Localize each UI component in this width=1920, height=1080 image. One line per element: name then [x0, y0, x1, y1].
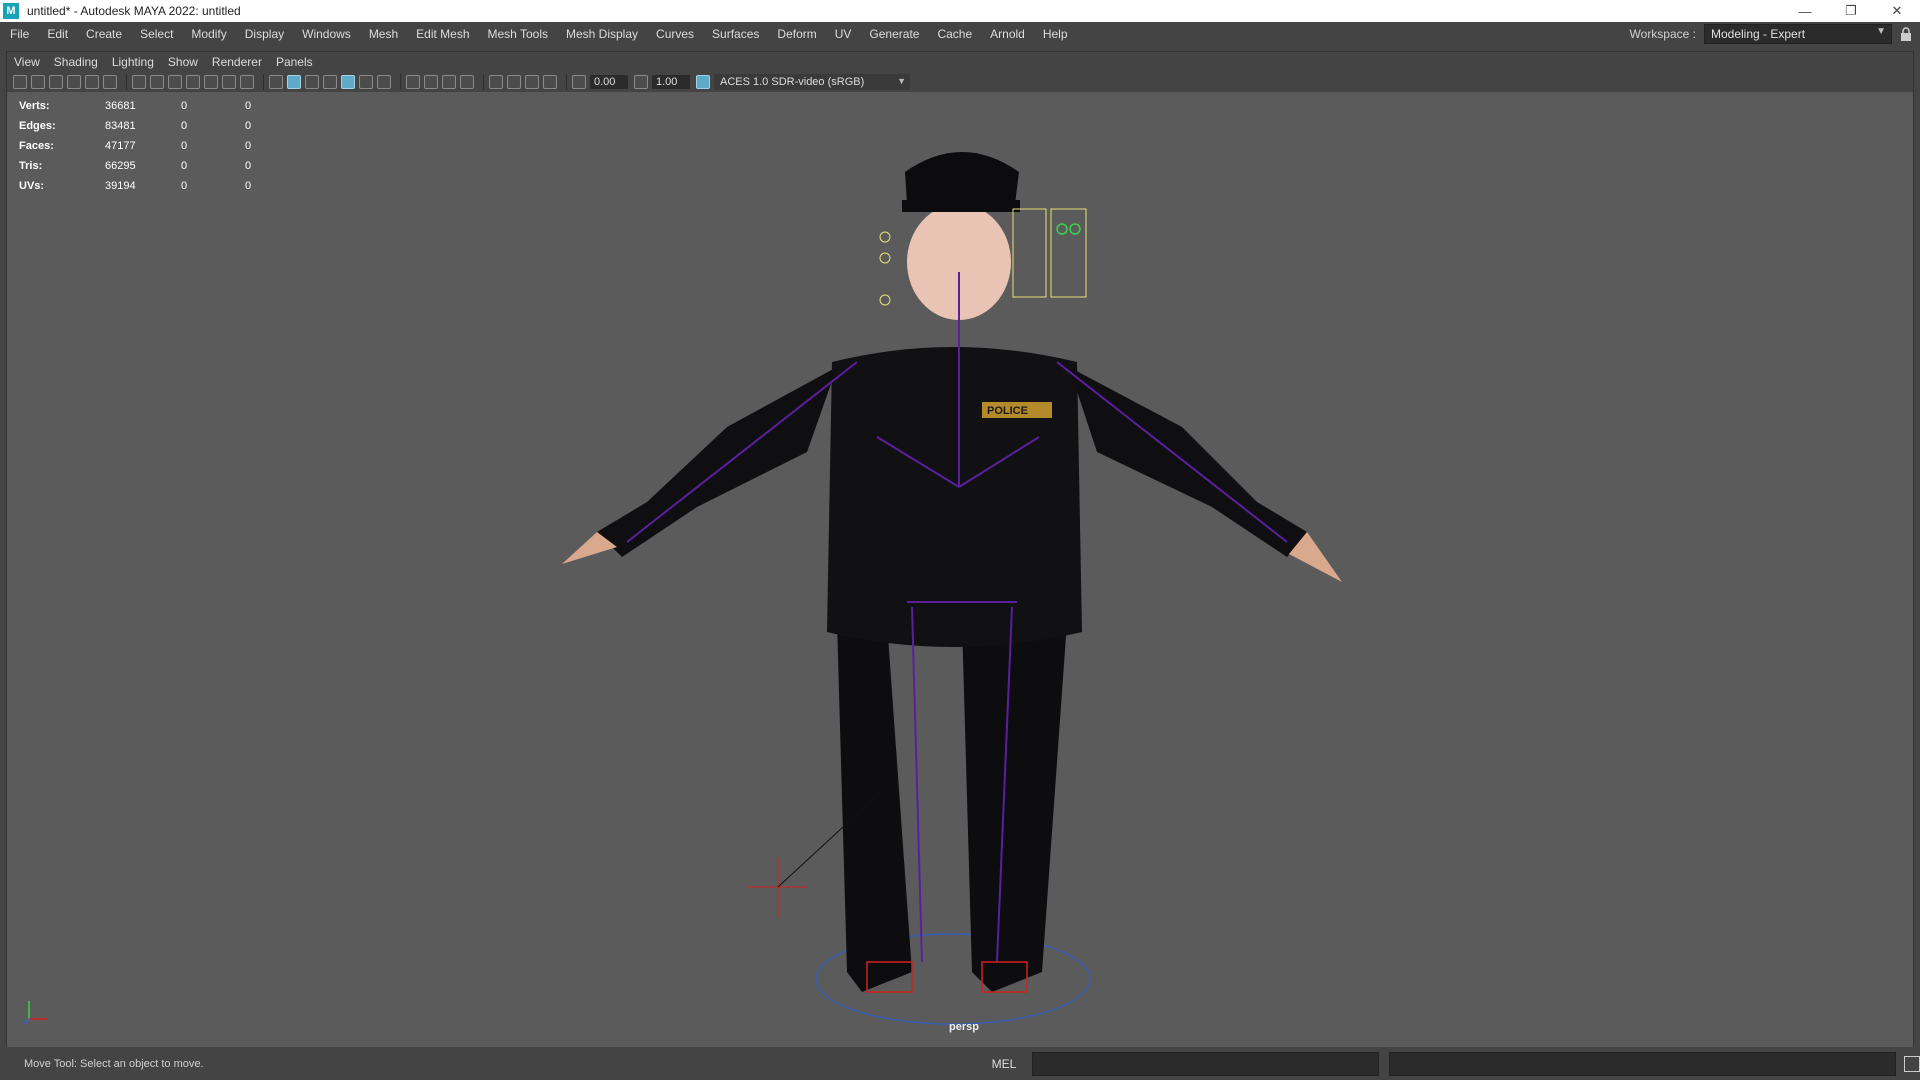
workspace-label: Workspace : — [1629, 27, 1696, 41]
window-title: untitled* - Autodesk MAYA 2022: untitled — [27, 4, 241, 18]
use-default-material-icon[interactable] — [305, 75, 319, 89]
menu-file[interactable]: File — [0, 27, 37, 41]
gate-mask-icon[interactable] — [186, 75, 200, 89]
maya-logo-icon: M — [3, 3, 19, 19]
bookmark-icon[interactable] — [49, 75, 63, 89]
title-bar: M untitled* - Autodesk MAYA 2022: untitl… — [0, 0, 1920, 22]
safe-action-icon[interactable] — [222, 75, 236, 89]
camera-name-label: persp — [949, 1021, 979, 1033]
exposure-field[interactable]: 0.00 — [590, 75, 628, 89]
view-axis-icon — [22, 1001, 47, 1025]
grease-pencil-icon[interactable] — [103, 75, 117, 89]
menu-mesh-display[interactable]: Mesh Display — [556, 27, 646, 41]
menu-curves[interactable]: Curves — [646, 27, 702, 41]
menu-select[interactable]: Select — [130, 27, 181, 41]
svg-text:POLICE: POLICE — [987, 405, 1028, 417]
safe-title-icon[interactable] — [240, 75, 254, 89]
motion-blur-icon[interactable] — [424, 75, 438, 89]
menu-arnold[interactable]: Arnold — [980, 27, 1033, 41]
minimize-button[interactable]: — — [1782, 0, 1828, 22]
2d-pan-zoom-icon[interactable] — [85, 75, 99, 89]
xray-joints-icon[interactable] — [525, 75, 539, 89]
panel-menu-lighting[interactable]: Lighting — [105, 55, 161, 69]
menu-edit-mesh[interactable]: Edit Mesh — [406, 27, 477, 41]
face-control-board — [1012, 208, 1047, 298]
film-gate-icon[interactable] — [150, 75, 164, 89]
exposure-icon[interactable] — [572, 75, 586, 89]
menu-cache[interactable]: Cache — [927, 27, 980, 41]
help-line-text: Move Tool: Select an object to move. — [24, 1057, 204, 1070]
xray-icon[interactable] — [507, 75, 521, 89]
menu-generate[interactable]: Generate — [859, 27, 927, 41]
anti-aliasing-icon[interactable] — [442, 75, 456, 89]
workspace-dropdown[interactable]: Modeling - Expert ▼ — [1704, 24, 1892, 44]
command-result-field — [1389, 1051, 1896, 1076]
menu-surfaces[interactable]: Surfaces — [702, 27, 767, 41]
panel-menu-panels[interactable]: Panels — [269, 55, 320, 69]
use-all-lights-icon[interactable] — [359, 75, 373, 89]
menu-help[interactable]: Help — [1033, 27, 1076, 41]
menu-uv[interactable]: UV — [825, 27, 860, 41]
menu-mesh-tools[interactable]: Mesh Tools — [478, 27, 556, 41]
panel-toolbar: 0.00 1.00 ACES 1.0 SDR-video (sRGB) ▼ — [7, 72, 1913, 92]
gamma-icon[interactable] — [634, 75, 648, 89]
panel-menu-show[interactable]: Show — [161, 55, 205, 69]
camera-attributes-icon[interactable] — [31, 75, 45, 89]
command-line-input[interactable] — [1032, 1051, 1379, 1076]
rigged-character-model[interactable]: POLICE — [7, 92, 1913, 1047]
backface-culling-icon[interactable] — [543, 75, 557, 89]
view-transform-value: ACES 1.0 SDR-video (sRGB) — [720, 76, 865, 88]
script-type-toggle[interactable]: MEL — [984, 1057, 1024, 1071]
menu-display[interactable]: Display — [235, 27, 292, 41]
lock-icon[interactable] — [1900, 27, 1912, 41]
image-plane-icon[interactable] — [67, 75, 81, 89]
ambient-occlusion-icon[interactable] — [406, 75, 420, 89]
wireframe-on-shaded-icon[interactable] — [323, 75, 337, 89]
face-control-panel — [1050, 208, 1087, 298]
camera-select-icon[interactable] — [13, 75, 27, 89]
panel-menu-renderer[interactable]: Renderer — [205, 55, 269, 69]
menu-deform[interactable]: Deform — [767, 27, 824, 41]
workspace-value: Modeling - Expert — [1711, 27, 1806, 41]
view-transform-dropdown[interactable]: ACES 1.0 SDR-video (sRGB) ▼ — [714, 74, 910, 90]
isolate-select-icon[interactable] — [489, 75, 503, 89]
menu-windows[interactable]: Windows — [292, 27, 359, 41]
smooth-shade-icon[interactable] — [287, 75, 301, 89]
menu-modify[interactable]: Modify — [181, 27, 234, 41]
shadows-icon[interactable] — [377, 75, 391, 89]
restore-button[interactable]: ❐ — [1828, 0, 1874, 22]
color-management-icon[interactable] — [696, 75, 710, 89]
menu-mesh[interactable]: Mesh — [359, 27, 406, 41]
panel-menu-view[interactable]: View — [7, 55, 47, 69]
field-chart-icon[interactable] — [204, 75, 218, 89]
depth-of-field-icon[interactable] — [460, 75, 474, 89]
workspace-selector: Workspace : Modeling - Expert ▼ — [1630, 24, 1912, 44]
menu-edit[interactable]: Edit — [37, 27, 76, 41]
viewport-panel: View Shading Lighting Show Renderer Pane… — [6, 51, 1914, 1048]
3d-viewport[interactable]: Verts: 36681 0 0 Edges: 83481 0 0 Faces:… — [7, 92, 1913, 1047]
panel-menu-bar: View Shading Lighting Show Renderer Pane… — [7, 52, 1913, 72]
textured-icon[interactable] — [341, 75, 355, 89]
gamma-field[interactable]: 1.00 — [652, 75, 690, 89]
script-editor-icon[interactable] — [1904, 1055, 1920, 1072]
help-line: Move Tool: Select an object to move. MEL — [0, 1047, 1920, 1080]
resolution-gate-icon[interactable] — [168, 75, 182, 89]
panel-menu-shading[interactable]: Shading — [47, 55, 105, 69]
close-button[interactable]: ✕ — [1874, 0, 1920, 22]
menu-create[interactable]: Create — [76, 27, 130, 41]
wireframe-icon[interactable] — [269, 75, 283, 89]
grid-icon[interactable] — [132, 75, 146, 89]
chevron-down-icon: ▼ — [897, 76, 906, 86]
chevron-down-icon: ▼ — [1876, 26, 1886, 37]
